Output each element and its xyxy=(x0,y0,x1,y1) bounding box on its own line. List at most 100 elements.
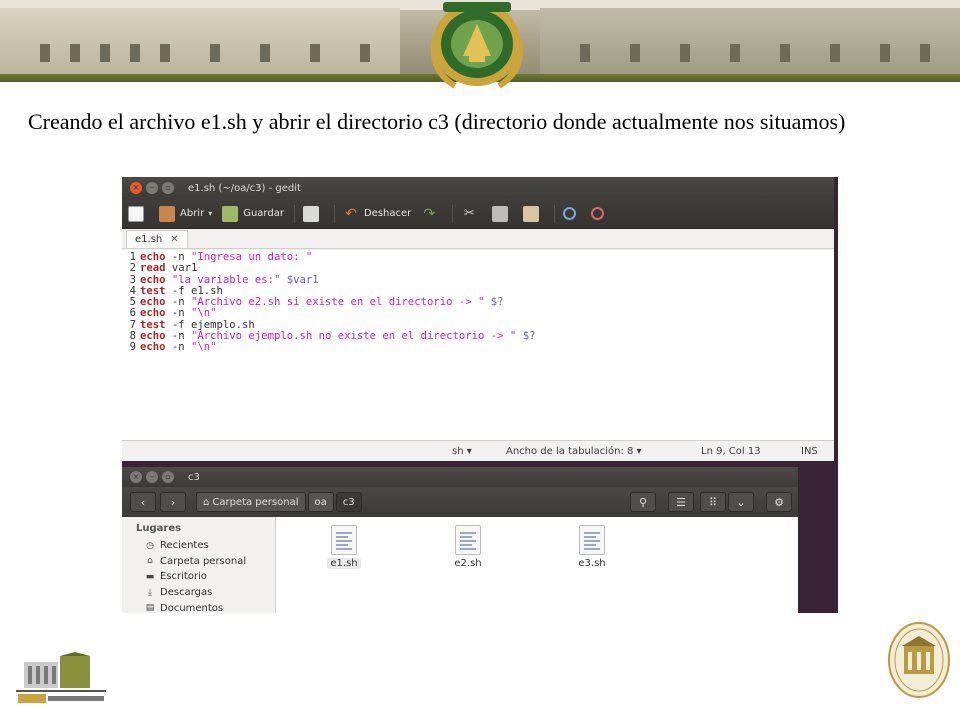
sidebar-item[interactable]: ▬ Escritorio xyxy=(122,569,275,585)
chevron-left-icon: ‹ xyxy=(140,495,146,509)
close-icon[interactable]: × xyxy=(130,182,142,194)
save-icon xyxy=(222,205,239,222)
undo-button[interactable]: ↶ Deshacer xyxy=(343,206,411,222)
search-button[interactable]: ⚲ xyxy=(630,492,656,512)
undo-arrow-icon: ↶ xyxy=(345,205,357,222)
line-number: 9 xyxy=(129,341,136,354)
open-button[interactable]: Abrir ▾ xyxy=(159,205,212,222)
text-file-icon xyxy=(455,525,481,555)
redo-arrow-icon: ↷ xyxy=(423,205,436,222)
grid-view-button[interactable]: ⠿ xyxy=(700,492,726,512)
search-icon xyxy=(563,207,577,220)
file-item[interactable]: e1.sh xyxy=(314,525,374,569)
view-options-button[interactable]: ⌄ xyxy=(728,492,754,512)
sidebar-item-label: Descargas xyxy=(160,587,213,599)
sidebar-item-label: Escritorio xyxy=(160,571,207,583)
minimize-icon[interactable]: – xyxy=(146,182,158,194)
settings-button[interactable]: ⚙ xyxy=(766,492,792,512)
code-keyword: echo xyxy=(140,341,166,354)
anniversary-seal-logo xyxy=(888,622,950,698)
replace-icon xyxy=(591,207,605,220)
search-icon: ⚲ xyxy=(638,495,648,509)
code-string: "Ingresa un dato: " xyxy=(191,251,313,263)
code-editor[interactable]: 1 echo -n "Ingresa un dato: " 2 read var1 3 e… xyxy=(122,250,834,440)
paste-button[interactable] xyxy=(523,205,544,222)
file-item[interactable]: e3.sh xyxy=(562,525,622,569)
breadcrumb-oa[interactable]: oa xyxy=(307,492,334,512)
close-icon[interactable]: × xyxy=(130,471,142,483)
back-button[interactable]: ‹ xyxy=(130,492,156,512)
list-view-icon: ☰ xyxy=(676,495,686,509)
line-number: 2 xyxy=(129,262,136,275)
code-string: "\n" xyxy=(191,341,217,354)
copy-icon xyxy=(492,205,509,222)
code-line[interactable]: 2 read var1 xyxy=(122,262,834,275)
gedit-tab-bar: e1.sh ✕ xyxy=(122,229,834,249)
home-icon: ⌂ xyxy=(147,556,153,567)
cut-button[interactable]: ✂ xyxy=(461,206,482,222)
gedit-window-title: e1.sh (~/oa/c3) - gedit xyxy=(188,182,301,194)
chevron-down-icon[interactable]: ▾ xyxy=(208,209,212,218)
cursor-position: Ln 9, Col 13 xyxy=(701,446,761,457)
language-selector[interactable]: sh ▾ xyxy=(452,446,472,457)
code-text: var1 xyxy=(165,262,198,275)
university-seal-logo xyxy=(431,2,523,89)
sidebar-item[interactable]: ⌂ Carpeta personal xyxy=(122,554,275,570)
redo-button[interactable]: ↷ xyxy=(421,206,442,222)
file-name: e3.sh xyxy=(578,558,606,569)
slide-title: Creando el archivo e1.sh y abrir el dire… xyxy=(28,109,846,134)
code-line[interactable]: 1 echo -n "Ingresa un dato: " xyxy=(122,251,834,263)
maximize-icon[interactable]: ▫ xyxy=(162,182,174,194)
copy-button[interactable] xyxy=(492,205,513,222)
sidebar-item-label: Recientes xyxy=(160,540,209,552)
save-button[interactable]: Guardar xyxy=(222,205,284,222)
new-document-button[interactable] xyxy=(128,205,149,222)
file-view: e1.sh e2.sh e3.sh xyxy=(276,517,798,613)
desktop-screenshot: × – ▫ e1.sh (~/oa/c3) - gedit Abrir ▾ Gu… xyxy=(122,177,838,613)
file-manager-window-title: c3 xyxy=(188,471,200,483)
gear-icon: ⚙ xyxy=(774,495,784,509)
text-file-icon xyxy=(579,525,605,555)
print-button[interactable] xyxy=(302,205,324,222)
code-line[interactable]: 8 echo -n "Archivo ejemplo.sh no existe e… xyxy=(122,330,834,343)
forward-button[interactable]: › xyxy=(160,492,186,512)
sidebar-header: Lugares xyxy=(136,523,182,534)
open-folder-icon xyxy=(159,205,175,222)
minimize-icon[interactable]: – xyxy=(146,471,158,483)
code-variable: $? xyxy=(516,330,536,343)
paste-icon xyxy=(523,205,540,222)
folder-icon: ▬ xyxy=(145,571,155,582)
clock-icon: ◷ xyxy=(146,540,154,551)
code-string: "Archivo e2.sh si existe en el directori… xyxy=(191,296,485,309)
file-name: e2.sh xyxy=(454,558,482,569)
uap-nezahualcoyotl-logo xyxy=(16,652,106,703)
tab-e1-sh[interactable]: e1.sh ✕ xyxy=(126,230,188,248)
sidebar-item[interactable]: ▤ Documentos xyxy=(122,600,275,613)
chevron-right-icon: › xyxy=(170,495,176,509)
file-item[interactable]: e2.sh xyxy=(438,525,498,569)
breadcrumb-home[interactable]: ⌂ Carpeta personal xyxy=(196,492,306,512)
sidebar-item[interactable]: ⤓ Descargas xyxy=(122,585,275,601)
code-line[interactable]: 5 echo -n "Archivo e2.sh si existe en el … xyxy=(122,296,834,309)
grid-view-icon: ⠿ xyxy=(708,495,718,509)
code-text: -n xyxy=(165,341,192,354)
gedit-statusbar: sh ▾ Ancho de la tabulación: 8 ▾ Ln 9, C… xyxy=(122,440,834,461)
sidebar-item[interactable]: ◷ Recientes xyxy=(122,538,275,554)
list-view-button[interactable]: ☰ xyxy=(668,492,694,512)
maximize-icon[interactable]: ▫ xyxy=(162,471,174,483)
code-string: "Archivo ejemplo.sh no existe en el dire… xyxy=(191,330,517,343)
chevron-down-icon: ⌄ xyxy=(736,495,746,509)
insert-mode: INS xyxy=(801,446,818,457)
search-button[interactable] xyxy=(563,207,581,220)
close-tab-icon[interactable]: ✕ xyxy=(170,234,178,245)
tab-width-selector[interactable]: Ancho de la tabulación: 8 ▾ xyxy=(506,446,642,457)
code-variable: $var1 xyxy=(280,273,319,286)
code-line[interactable]: 3 echo "la variable es:" $var1 xyxy=(122,273,834,286)
new-document-icon xyxy=(128,205,144,222)
code-line[interactable]: 9 echo -n "\n" xyxy=(122,341,834,354)
replace-button[interactable] xyxy=(591,207,609,220)
places-sidebar: Lugares ◷ Recientes ⌂ Carpeta personal ▬ Escr… xyxy=(122,517,276,613)
text-file-icon xyxy=(331,525,357,555)
breadcrumb-c3[interactable]: c3 xyxy=(335,492,362,512)
gedit-titlebar: × – ▫ e1.sh (~/oa/c3) - gedit xyxy=(122,177,834,199)
